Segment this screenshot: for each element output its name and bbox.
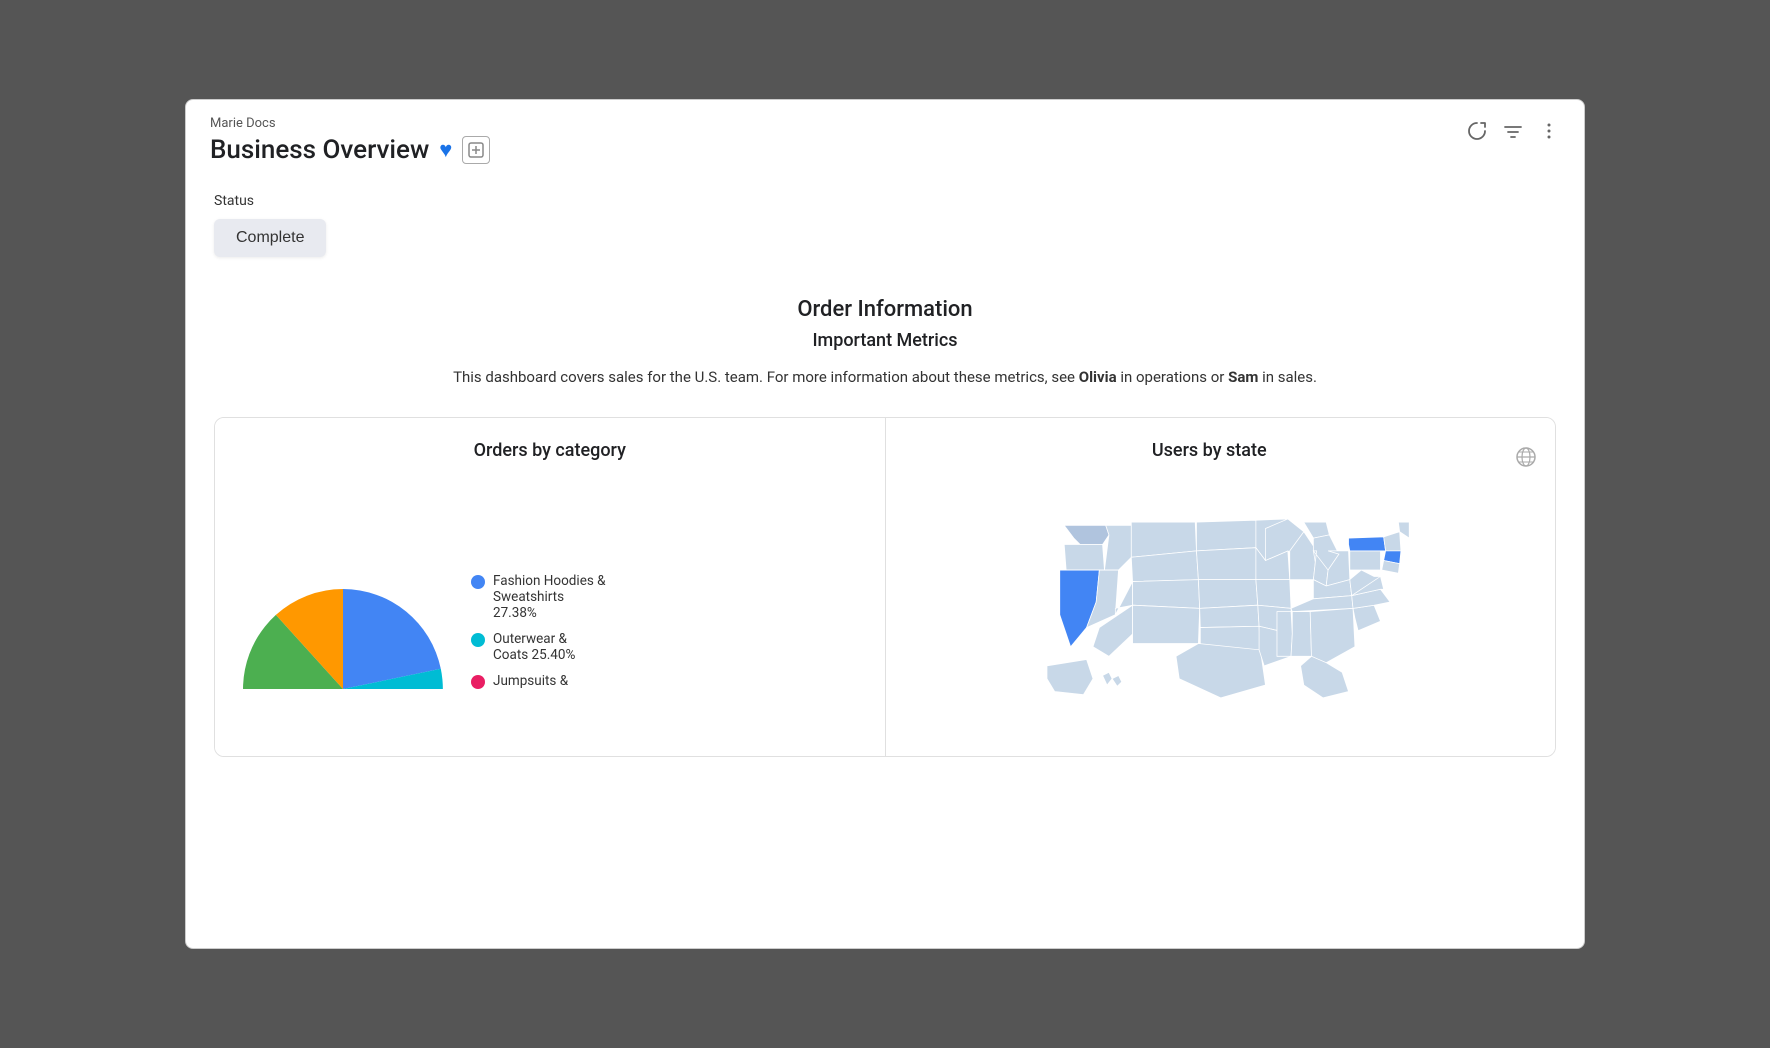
orders-by-category-panel: Orders by category	[215, 418, 886, 756]
contact2: Sam	[1228, 368, 1258, 386]
important-metrics-title: Important Metrics	[214, 330, 1556, 351]
orders-chart-content: Fashion Hoodies &Sweatshirts27.38% Outer…	[233, 479, 867, 689]
breadcrumb: Marie Docs	[210, 116, 1560, 131]
refresh-icon[interactable]	[1466, 120, 1488, 142]
us-map-svg	[904, 487, 1538, 717]
title-row: Business Overview ♥	[210, 135, 1560, 165]
section-center: Order Information Important Metrics This…	[214, 297, 1556, 389]
legend-item-outerwear: Outerwear &Coats 25.40%	[471, 631, 606, 663]
add-page-icon[interactable]	[462, 136, 490, 164]
more-icon[interactable]	[1538, 120, 1560, 142]
legend-dot-outerwear	[471, 633, 485, 647]
legend-dot-jumpsuits	[471, 675, 485, 689]
pie-chart	[233, 479, 453, 689]
header-actions	[1466, 120, 1560, 142]
users-by-state-panel: Users by state	[886, 418, 1556, 756]
pie-legend: Fashion Hoodies &Sweatshirts27.38% Outer…	[471, 573, 606, 689]
desc-suffix: in sales.	[1258, 368, 1317, 386]
orders-chart-title: Orders by category	[233, 440, 867, 461]
main-content: Status Complete Order Information Import…	[186, 173, 1584, 948]
heart-icon[interactable]: ♥	[439, 137, 452, 163]
header: Marie Docs Business Overview ♥	[186, 100, 1584, 173]
legend-label-fashion: Fashion Hoodies &Sweatshirts27.38%	[493, 573, 606, 621]
globe-icon[interactable]	[1515, 446, 1537, 473]
legend-item-fashion: Fashion Hoodies &Sweatshirts27.38%	[471, 573, 606, 621]
contact1: Olivia	[1079, 368, 1117, 386]
filter-icon[interactable]	[1502, 120, 1524, 142]
us-map	[904, 487, 1538, 717]
app-window: Marie Docs Business Overview ♥	[185, 99, 1585, 949]
section-description: This dashboard covers sales for the U.S.…	[435, 365, 1335, 389]
status-button[interactable]: Complete	[214, 219, 326, 257]
legend-item-jumpsuits: Jumpsuits &	[471, 673, 606, 689]
map-panel-header: Users by state	[904, 440, 1538, 479]
charts-row: Orders by category	[214, 417, 1556, 757]
legend-dot-fashion	[471, 575, 485, 589]
page-title: Business Overview	[210, 135, 429, 165]
legend-label-jumpsuits: Jumpsuits &	[493, 673, 568, 689]
desc-mid: in operations or	[1117, 368, 1228, 386]
legend-label-outerwear: Outerwear &Coats 25.40%	[493, 631, 575, 663]
desc-prefix: This dashboard covers sales for the U.S.…	[453, 368, 1079, 386]
users-chart-title: Users by state	[904, 440, 1516, 461]
status-label: Status	[214, 193, 1556, 209]
order-info-title: Order Information	[214, 297, 1556, 322]
